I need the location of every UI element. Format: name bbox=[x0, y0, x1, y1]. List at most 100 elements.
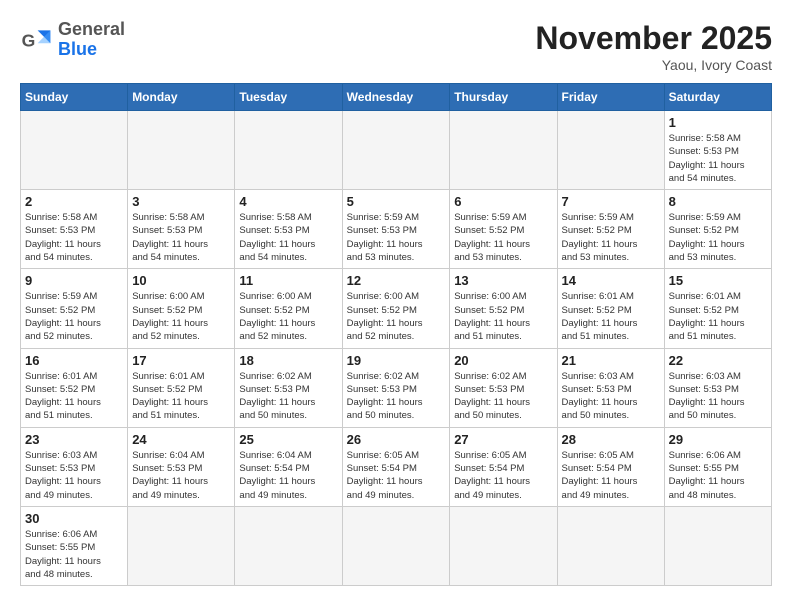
day-info: Sunrise: 6:04 AM Sunset: 5:53 PM Dayligh… bbox=[132, 449, 230, 502]
day-cell bbox=[21, 111, 128, 190]
day-cell bbox=[128, 506, 235, 585]
logo: G General Blue bbox=[20, 20, 125, 60]
day-cell: 12 Sunrise: 6:00 AM Sunset: 5:52 PM Dayli… bbox=[342, 269, 450, 348]
logo-general: General bbox=[58, 19, 125, 39]
day-cell: 11Sunrise: 6:00 AM Sunset: 5:52 PM Dayli… bbox=[235, 269, 342, 348]
day-cell bbox=[342, 111, 450, 190]
day-number: 20 bbox=[454, 353, 552, 368]
day-cell: 16Sunrise: 6:01 AM Sunset: 5:52 PM Dayli… bbox=[21, 348, 128, 427]
day-cell: 6 Sunrise: 5:59 AM Sunset: 5:52 PM Daylig… bbox=[450, 190, 557, 269]
day-info: Sunrise: 6:05 AM Sunset: 5:54 PM Dayligh… bbox=[347, 449, 446, 502]
logo-text: General Blue bbox=[58, 20, 125, 60]
day-cell: 15Sunrise: 6:01 AM Sunset: 5:52 PM Dayli… bbox=[664, 269, 771, 348]
day-number: 7 bbox=[562, 194, 660, 209]
day-cell: 1 Sunrise: 5:58 AM Sunset: 5:53 PM Daylig… bbox=[664, 111, 771, 190]
week-row-2: 9Sunrise: 5:59 AM Sunset: 5:52 PM Daylig… bbox=[21, 269, 772, 348]
day-number: 17 bbox=[132, 353, 230, 368]
week-row-3: 16 Sunrise: 6:01 AM Sunset: 5:52 PM Dayli… bbox=[21, 348, 772, 427]
col-header-wednesday: Wednesday bbox=[342, 84, 450, 111]
day-number: 21 bbox=[562, 353, 660, 368]
day-cell: 18Sunrise: 6:02 AM Sunset: 5:53 PM Dayli… bbox=[235, 348, 342, 427]
day-cell: 5Sunrise: 5:59 AM Sunset: 5:53 PM Daylig… bbox=[342, 190, 450, 269]
day-cell bbox=[450, 111, 557, 190]
logo-icon: G bbox=[20, 24, 52, 56]
day-cell: 21 Sunrise: 6:03 AM Sunset: 5:53 PM Dayli… bbox=[557, 348, 664, 427]
day-info: Sunrise: 6:04 AM Sunset: 5:54 PM Dayligh… bbox=[239, 449, 337, 502]
day-number: 22 bbox=[669, 353, 767, 368]
week-row-4: 23Sunrise: 6:03 AM Sunset: 5:53 PM Dayli… bbox=[21, 427, 772, 506]
month-title: November 2025 bbox=[535, 20, 772, 57]
day-info: Sunrise: 6:05 AM Sunset: 5:54 PM Dayligh… bbox=[454, 449, 552, 502]
day-number: 3 bbox=[132, 194, 230, 209]
day-number: 11 bbox=[239, 273, 337, 288]
day-cell bbox=[128, 111, 235, 190]
day-cell: 3 Sunrise: 5:58 AM Sunset: 5:53 PM Daylig… bbox=[128, 190, 235, 269]
col-header-saturday: Saturday bbox=[664, 84, 771, 111]
day-cell: 24 Sunrise: 6:04 AM Sunset: 5:53 PM Dayli… bbox=[128, 427, 235, 506]
day-info: Sunrise: 5:59 AM Sunset: 5:52 PM Dayligh… bbox=[454, 211, 552, 264]
day-header-row: SundayMondayTuesdayWednesdayThursdayFrid… bbox=[21, 84, 772, 111]
day-info: Sunrise: 6:01 AM Sunset: 5:52 PM Dayligh… bbox=[562, 290, 660, 343]
day-number: 23 bbox=[25, 432, 123, 447]
day-cell bbox=[235, 111, 342, 190]
day-info: Sunrise: 6:00 AM Sunset: 5:52 PM Dayligh… bbox=[347, 290, 446, 343]
logo-blue: Blue bbox=[58, 39, 97, 59]
day-cell: 27 Sunrise: 6:05 AM Sunset: 5:54 PM Dayli… bbox=[450, 427, 557, 506]
day-cell bbox=[664, 506, 771, 585]
day-cell: 13Sunrise: 6:00 AM Sunset: 5:52 PM Dayli… bbox=[450, 269, 557, 348]
day-cell bbox=[342, 506, 450, 585]
day-number: 1 bbox=[669, 115, 767, 130]
day-info: Sunrise: 6:03 AM Sunset: 5:53 PM Dayligh… bbox=[669, 370, 767, 423]
day-info: Sunrise: 6:02 AM Sunset: 5:53 PM Dayligh… bbox=[239, 370, 337, 423]
day-info: Sunrise: 5:58 AM Sunset: 5:53 PM Dayligh… bbox=[25, 211, 123, 264]
day-number: 12 bbox=[347, 273, 446, 288]
day-info: Sunrise: 6:03 AM Sunset: 5:53 PM Dayligh… bbox=[562, 370, 660, 423]
day-number: 8 bbox=[669, 194, 767, 209]
day-number: 24 bbox=[132, 432, 230, 447]
day-cell bbox=[557, 111, 664, 190]
day-info: Sunrise: 5:59 AM Sunset: 5:53 PM Dayligh… bbox=[347, 211, 446, 264]
week-row-0: 1 Sunrise: 5:58 AM Sunset: 5:53 PM Daylig… bbox=[21, 111, 772, 190]
day-cell: 28Sunrise: 6:05 AM Sunset: 5:54 PM Dayli… bbox=[557, 427, 664, 506]
header: G General Blue November 2025 Yaou, Ivory… bbox=[20, 20, 772, 73]
day-cell: 4Sunrise: 5:58 AM Sunset: 5:53 PM Daylig… bbox=[235, 190, 342, 269]
day-info: Sunrise: 5:58 AM Sunset: 5:53 PM Dayligh… bbox=[669, 132, 767, 185]
day-info: Sunrise: 5:58 AM Sunset: 5:53 PM Dayligh… bbox=[132, 211, 230, 264]
week-row-1: 2Sunrise: 5:58 AM Sunset: 5:53 PM Daylig… bbox=[21, 190, 772, 269]
svg-text:G: G bbox=[22, 30, 36, 50]
col-header-tuesday: Tuesday bbox=[235, 84, 342, 111]
day-cell: 25 Sunrise: 6:04 AM Sunset: 5:54 PM Dayli… bbox=[235, 427, 342, 506]
day-cell: 23Sunrise: 6:03 AM Sunset: 5:53 PM Dayli… bbox=[21, 427, 128, 506]
title-area: November 2025 Yaou, Ivory Coast bbox=[535, 20, 772, 73]
day-info: Sunrise: 6:06 AM Sunset: 5:55 PM Dayligh… bbox=[25, 528, 123, 581]
day-info: Sunrise: 5:58 AM Sunset: 5:53 PM Dayligh… bbox=[239, 211, 337, 264]
day-info: Sunrise: 6:01 AM Sunset: 5:52 PM Dayligh… bbox=[132, 370, 230, 423]
day-cell: 14 Sunrise: 6:01 AM Sunset: 5:52 PM Dayli… bbox=[557, 269, 664, 348]
day-number: 16 bbox=[25, 353, 123, 368]
day-cell: 26Sunrise: 6:05 AM Sunset: 5:54 PM Dayli… bbox=[342, 427, 450, 506]
day-number: 19 bbox=[347, 353, 446, 368]
calendar-header: SundayMondayTuesdayWednesdayThursdayFrid… bbox=[21, 84, 772, 111]
day-number: 27 bbox=[454, 432, 552, 447]
day-info: Sunrise: 5:59 AM Sunset: 5:52 PM Dayligh… bbox=[25, 290, 123, 343]
location: Yaou, Ivory Coast bbox=[535, 57, 772, 73]
day-number: 14 bbox=[562, 273, 660, 288]
day-cell bbox=[235, 506, 342, 585]
day-info: Sunrise: 6:02 AM Sunset: 5:53 PM Dayligh… bbox=[454, 370, 552, 423]
day-cell bbox=[557, 506, 664, 585]
day-number: 29 bbox=[669, 432, 767, 447]
day-info: Sunrise: 6:00 AM Sunset: 5:52 PM Dayligh… bbox=[132, 290, 230, 343]
day-info: Sunrise: 5:59 AM Sunset: 5:52 PM Dayligh… bbox=[562, 211, 660, 264]
day-number: 6 bbox=[454, 194, 552, 209]
calendar-body: 1 Sunrise: 5:58 AM Sunset: 5:53 PM Daylig… bbox=[21, 111, 772, 586]
day-number: 30 bbox=[25, 511, 123, 526]
day-cell: 2Sunrise: 5:58 AM Sunset: 5:53 PM Daylig… bbox=[21, 190, 128, 269]
day-cell: 17 Sunrise: 6:01 AM Sunset: 5:52 PM Dayli… bbox=[128, 348, 235, 427]
day-info: Sunrise: 6:05 AM Sunset: 5:54 PM Dayligh… bbox=[562, 449, 660, 502]
col-header-friday: Friday bbox=[557, 84, 664, 111]
day-info: Sunrise: 6:02 AM Sunset: 5:53 PM Dayligh… bbox=[347, 370, 446, 423]
day-cell: 19 Sunrise: 6:02 AM Sunset: 5:53 PM Dayli… bbox=[342, 348, 450, 427]
day-cell: 10Sunrise: 6:00 AM Sunset: 5:52 PM Dayli… bbox=[128, 269, 235, 348]
week-row-5: 30 Sunrise: 6:06 AM Sunset: 5:55 PM Dayli… bbox=[21, 506, 772, 585]
day-number: 25 bbox=[239, 432, 337, 447]
